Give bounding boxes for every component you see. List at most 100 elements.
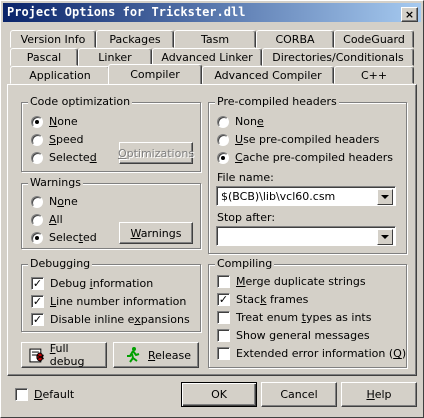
check-stack-frames[interactable]: ✓ Stack frames (217, 293, 308, 306)
tab-label: Compiler (130, 68, 180, 81)
button-label: Full debug (49, 342, 85, 368)
tab-application[interactable]: Application (10, 66, 110, 84)
help-button[interactable]: Help (341, 382, 417, 407)
radio-indicator (31, 115, 43, 128)
radio-indicator (31, 151, 43, 164)
dropdown-button[interactable] (377, 229, 393, 245)
tab-tasm[interactable]: Tasm (174, 30, 256, 48)
title-bar: Project Options for Trickster.dll × (3, 3, 421, 22)
option-label: Selected (49, 151, 97, 164)
radio-warn-none[interactable]: None (31, 195, 78, 208)
warnings-button[interactable]: Warnings (119, 222, 193, 244)
radio-indicator (31, 133, 43, 146)
tab-packages[interactable]: Packages (96, 30, 174, 48)
tab-label: Pascal (26, 50, 62, 64)
tab-label: Advanced Compiler (214, 68, 322, 82)
tab-label: Linker (98, 50, 132, 64)
tab-label: Tasm (200, 32, 230, 46)
bug-icon (29, 348, 45, 363)
option-label: Merge duplicate strings (236, 275, 366, 288)
group-title: Code optimization (28, 95, 133, 108)
radio-cache-pch[interactable]: Cache pre-compiled headers (217, 151, 393, 164)
tab-label: Packages (109, 32, 161, 46)
radio-warn-all[interactable]: All (31, 213, 63, 226)
radio-opt-none[interactable]: None (31, 115, 78, 128)
check-mark-icon: ✓ (31, 295, 44, 308)
checkbox-box (217, 347, 230, 360)
option-label: None (49, 195, 78, 208)
radio-indicator (217, 151, 229, 164)
release-button[interactable]: Release (113, 342, 199, 368)
chevron-down-icon (381, 235, 389, 239)
stop-after-label: Stop after: (217, 211, 276, 224)
tab-cpp[interactable]: C++ (334, 66, 414, 84)
tab-corba[interactable]: CORBA (256, 30, 334, 48)
option-label: Treat enum types as ints (236, 311, 372, 324)
tab-version-info[interactable]: Version Info (10, 30, 96, 48)
full-debug-button[interactable]: Full debug (21, 342, 107, 368)
radio-opt-selected[interactable]: Selected (31, 151, 97, 164)
file-name-combobox[interactable]: $(BCB)\lib\vcl60.csm (216, 186, 396, 206)
running-man-icon (127, 347, 140, 363)
chevron-down-icon (381, 195, 389, 199)
radio-opt-speed[interactable]: Speed (31, 133, 83, 146)
tab-label: Directories/Conditionals (272, 50, 404, 64)
option-label: Cache pre-compiled headers (235, 151, 394, 164)
tab-advanced-compiler[interactable]: Advanced Compiler (202, 66, 334, 84)
check-line-number-information[interactable]: ✓ Line number information (31, 295, 186, 308)
radio-use-pch[interactable]: Use pre-compiled headers (217, 133, 379, 146)
group-title: Compiling (215, 257, 275, 270)
tab-compiler[interactable]: Compiler (108, 64, 202, 84)
project-options-dialog: Project Options for Trickster.dll × Vers… (0, 0, 424, 418)
option-label: All (49, 213, 63, 226)
check-extended-error-information[interactable]: Extended error information (Q) (217, 347, 406, 360)
check-mark-icon: ✓ (217, 293, 230, 306)
radio-indicator (217, 133, 229, 146)
optimizations-button[interactable]: Optimizations (117, 142, 195, 164)
stop-after-combobox[interactable] (216, 226, 396, 246)
ok-button[interactable]: OK (181, 382, 257, 407)
check-mark-icon: ✓ (31, 277, 44, 290)
checkbox-box (217, 275, 230, 288)
option-label: Extended error information (Q) (236, 347, 407, 360)
option-label: Disable inline expansions (50, 313, 190, 326)
checkbox-box (217, 311, 230, 324)
group-title: Pre-compiled headers (215, 95, 339, 108)
cancel-button[interactable]: Cancel (261, 382, 337, 407)
checkbox-box (217, 329, 230, 342)
group-title: Warnings (28, 176, 83, 189)
window-title: Project Options for Trickster.dll (7, 5, 246, 19)
radio-indicator (31, 213, 43, 226)
option-label: Selected (49, 231, 97, 244)
button-label: Cancel (280, 388, 318, 401)
option-label: Use pre-compiled headers (235, 133, 380, 146)
radio-indicator (31, 195, 43, 208)
close-button[interactable]: × (401, 7, 418, 22)
file-name-label: File name: (217, 171, 274, 184)
button-label: OK (211, 388, 227, 401)
group-title: Debugging (28, 257, 93, 270)
radio-indicator (31, 231, 43, 244)
tab-codeguard[interactable]: CodeGuard (334, 30, 414, 48)
check-show-general-messages[interactable]: Show general messages (217, 329, 370, 342)
tab-pascal[interactable]: Pascal (10, 48, 78, 66)
option-label: Default (34, 388, 75, 401)
check-mark-icon: ✓ (31, 313, 44, 326)
option-label: Line number information (50, 295, 187, 308)
button-label: Help (366, 388, 392, 401)
check-merge-duplicate-strings[interactable]: Merge duplicate strings (217, 275, 366, 288)
checkbox-box (15, 388, 28, 401)
dropdown-button[interactable] (377, 189, 393, 205)
option-label: Debug information (50, 277, 154, 290)
check-treat-enum-types-as-ints[interactable]: Treat enum types as ints (217, 311, 371, 324)
tab-label: Version Info (20, 32, 86, 46)
option-label: Show general messages (236, 329, 370, 342)
check-debug-information[interactable]: ✓ Debug information (31, 277, 153, 290)
default-checkbox[interactable]: Default (15, 388, 74, 401)
button-label: Optimizations (117, 146, 195, 160)
radio-pch-none[interactable]: None (217, 115, 264, 128)
file-name-value: $(BCB)\lib\vcl60.csm (221, 190, 336, 203)
radio-warn-selected[interactable]: Selected (31, 231, 97, 244)
check-disable-inline-expansions[interactable]: ✓ Disable inline expansions (31, 313, 190, 326)
tab-directories-conditionals[interactable]: Directories/Conditionals (262, 48, 414, 66)
